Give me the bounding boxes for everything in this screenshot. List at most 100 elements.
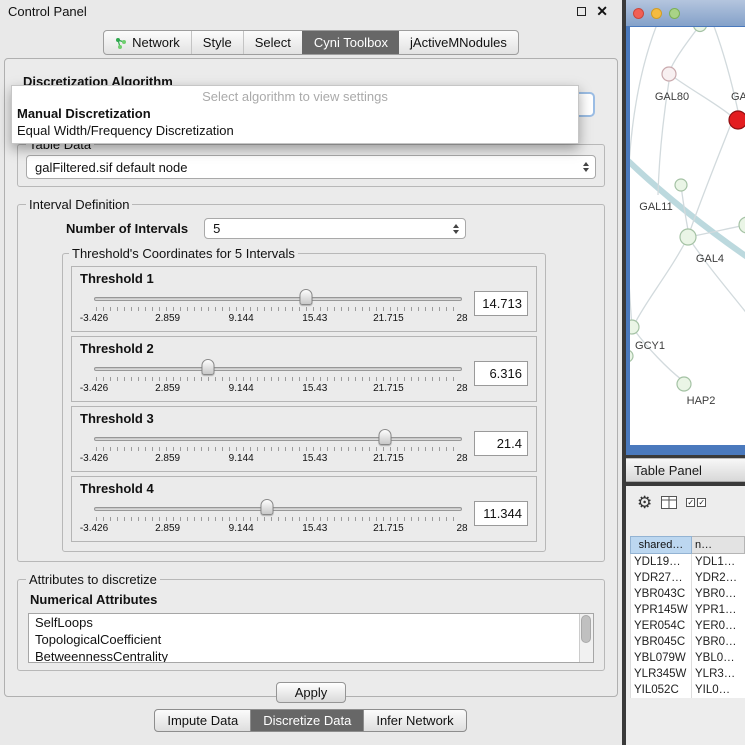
attributes-group: Attributes to discretize Numerical Attri… [17, 572, 605, 671]
tab-infer-network[interactable]: Infer Network [363, 709, 466, 732]
number-of-intervals-combobox[interactable]: 5 [204, 218, 466, 239]
network-node-label: GAL4 [696, 253, 724, 265]
slider-ticks [96, 377, 460, 381]
network-node[interactable] [630, 350, 633, 362]
attributes-legend: Attributes to discretize [26, 572, 160, 587]
slider-thumb[interactable] [378, 429, 391, 445]
network-node[interactable] [677, 377, 691, 391]
gear-icon[interactable]: ⚙ [637, 494, 652, 511]
table-row[interactable]: YIL052CYIL0… [630, 682, 745, 698]
zoom-traffic-light-icon[interactable] [669, 8, 680, 19]
dropdown-option-manual[interactable]: Manual Discretization [12, 105, 578, 122]
slider-scale: -3.4262.8599.14415.4321.71528 [94, 453, 462, 465]
slider-ticks [96, 447, 460, 451]
network-node-label: GA [731, 91, 745, 103]
algorithm-dropdown-popup: Select algorithm to view settings Manual… [11, 85, 579, 144]
combo-stepper-icon [448, 220, 463, 237]
interval-definition-group: Interval Definition Number of Intervals … [17, 197, 605, 562]
list-item[interactable]: SelfLoops [29, 614, 593, 631]
attributes-listbox: SelfLoops TopologicalCoefficient Between… [28, 613, 594, 663]
network-node[interactable] [675, 179, 687, 191]
top-tab-bar: Network Style Select Cyni Toolbox jActiv… [0, 30, 622, 55]
table-row[interactable]: YBR045CYBR0… [630, 634, 745, 650]
tab-network[interactable]: Network [104, 31, 191, 54]
table-row[interactable]: YPR145WYPR1… [630, 602, 745, 618]
column-header-shared-name[interactable]: shared… [630, 536, 692, 554]
network-window-titlebar[interactable] [626, 0, 745, 26]
table-row[interactable]: YDL19…YDL1… [630, 554, 745, 570]
table-row[interactable]: YBR043CYBR0… [630, 586, 745, 602]
network-node-label: GAL11 [639, 201, 672, 213]
select-columns-icons[interactable]: ✓ ✓ [686, 498, 706, 507]
network-node[interactable] [662, 67, 676, 81]
slider-track[interactable] [94, 297, 462, 301]
number-of-intervals-value: 5 [213, 221, 220, 236]
checkbox-icon[interactable]: ✓ [686, 498, 695, 507]
table-row[interactable]: YLR345WYLR3… [630, 666, 745, 682]
close-icon[interactable]: ✕ [596, 3, 608, 20]
apply-button[interactable]: Apply [276, 682, 347, 703]
column-header-name[interactable]: n… [692, 536, 745, 554]
threshold-3-row: Threshold 3 -3.4262.8599.14415.4321.7152… [71, 406, 537, 472]
threshold-3-label: Threshold 3 [80, 411, 528, 426]
list-item[interactable]: BetweennessCentrality [29, 648, 593, 663]
threshold-4-value-field[interactable]: 11.344 [474, 501, 528, 526]
table-toolbar: ⚙ ✓ ✓ [626, 486, 745, 518]
slider-scale: -3.4262.8599.14415.4321.71528 [94, 383, 462, 395]
dropdown-placeholder: Select algorithm to view settings [12, 86, 578, 105]
tab-select[interactable]: Select [243, 31, 302, 54]
table-row[interactable]: YBL079WYBL0… [630, 650, 745, 666]
minimize-icon[interactable] [577, 7, 586, 16]
threshold-2-row: Threshold 2 -3.4262.8599.14415.4321.7152… [71, 336, 537, 402]
network-icon [115, 37, 127, 49]
slider-scale: -3.4262.8599.14415.4321.71528 [94, 313, 462, 325]
slider-track[interactable] [94, 367, 462, 371]
numerical-attributes-label: Numerical Attributes [30, 592, 596, 607]
network-node[interactable] [729, 111, 745, 129]
tab-cyni-toolbox[interactable]: Cyni Toolbox [302, 31, 399, 54]
network-edge [690, 124, 731, 231]
network-canvas[interactable]: GAL80 GA GAL11 GAL4 GCY1 HAP2 [630, 27, 745, 445]
threshold-4-row: Threshold 4 -3.4262.8599.14415.4321.7152… [71, 476, 537, 542]
tab-style[interactable]: Style [191, 31, 243, 54]
bottom-tab-bar: Impute Data Discretize Data Infer Networ… [0, 709, 622, 732]
table-row[interactable]: YER054CYER0… [630, 618, 745, 634]
close-traffic-light-icon[interactable] [633, 8, 644, 19]
table-panel: ⚙ ✓ ✓ shared… n… YDL19…YDL1… YDR27…YDR2…… [626, 486, 745, 745]
tab-impute-data[interactable]: Impute Data [154, 709, 251, 732]
cyni-toolbox-panel: Discretization Algorithm Select algorith… [4, 58, 618, 697]
scrollbar-thumb[interactable] [581, 615, 591, 643]
network-node[interactable] [630, 320, 639, 334]
network-node[interactable] [680, 229, 696, 245]
dropdown-option-equal-width[interactable]: Equal Width/Frequency Discretization [12, 122, 578, 139]
slider-thumb[interactable] [202, 359, 215, 375]
minimize-traffic-light-icon[interactable] [651, 8, 662, 19]
threshold-3-value-field[interactable]: 21.4 [474, 431, 528, 456]
titlebar: Control Panel ✕ [0, 0, 622, 22]
tab-discretize-data[interactable]: Discretize Data [250, 709, 364, 732]
slider-track[interactable] [94, 507, 462, 511]
threshold-4-slider[interactable]: -3.4262.8599.14415.4321.71528 [94, 498, 462, 538]
slider-track[interactable] [94, 437, 462, 441]
table-data-combobox[interactable]: galFiltered.sif default node [26, 155, 596, 179]
network-node-label: GCY1 [635, 340, 665, 352]
table-panel-header[interactable]: Table Panel [626, 458, 745, 482]
thresholds-legend: Threshold's Coordinates for 5 Intervals [69, 246, 298, 261]
combo-stepper-icon [578, 157, 593, 177]
table-panel-title: Table Panel [634, 463, 702, 478]
threshold-1-value-field[interactable]: 14.713 [474, 291, 528, 316]
slider-thumb[interactable] [260, 499, 273, 515]
network-node[interactable] [739, 217, 745, 233]
slider-thumb[interactable] [300, 289, 313, 305]
threshold-2-value-field[interactable]: 6.316 [474, 361, 528, 386]
list-scrollbar[interactable] [579, 614, 593, 662]
threshold-1-slider[interactable]: -3.4262.8599.14415.4321.71528 [94, 288, 462, 328]
threshold-2-slider[interactable]: -3.4262.8599.14415.4321.71528 [94, 358, 462, 398]
checkbox-icon[interactable]: ✓ [697, 498, 706, 507]
list-item[interactable]: TopologicalCoefficient [29, 631, 593, 648]
table-row[interactable]: YDR27…YDR2… [630, 570, 745, 586]
columns-icon[interactable] [661, 496, 677, 509]
threshold-3-slider[interactable]: -3.4262.8599.14415.4321.71528 [94, 428, 462, 468]
network-edge [632, 327, 682, 380]
tab-jactivemnodules[interactable]: jActiveMNodules [399, 31, 518, 54]
